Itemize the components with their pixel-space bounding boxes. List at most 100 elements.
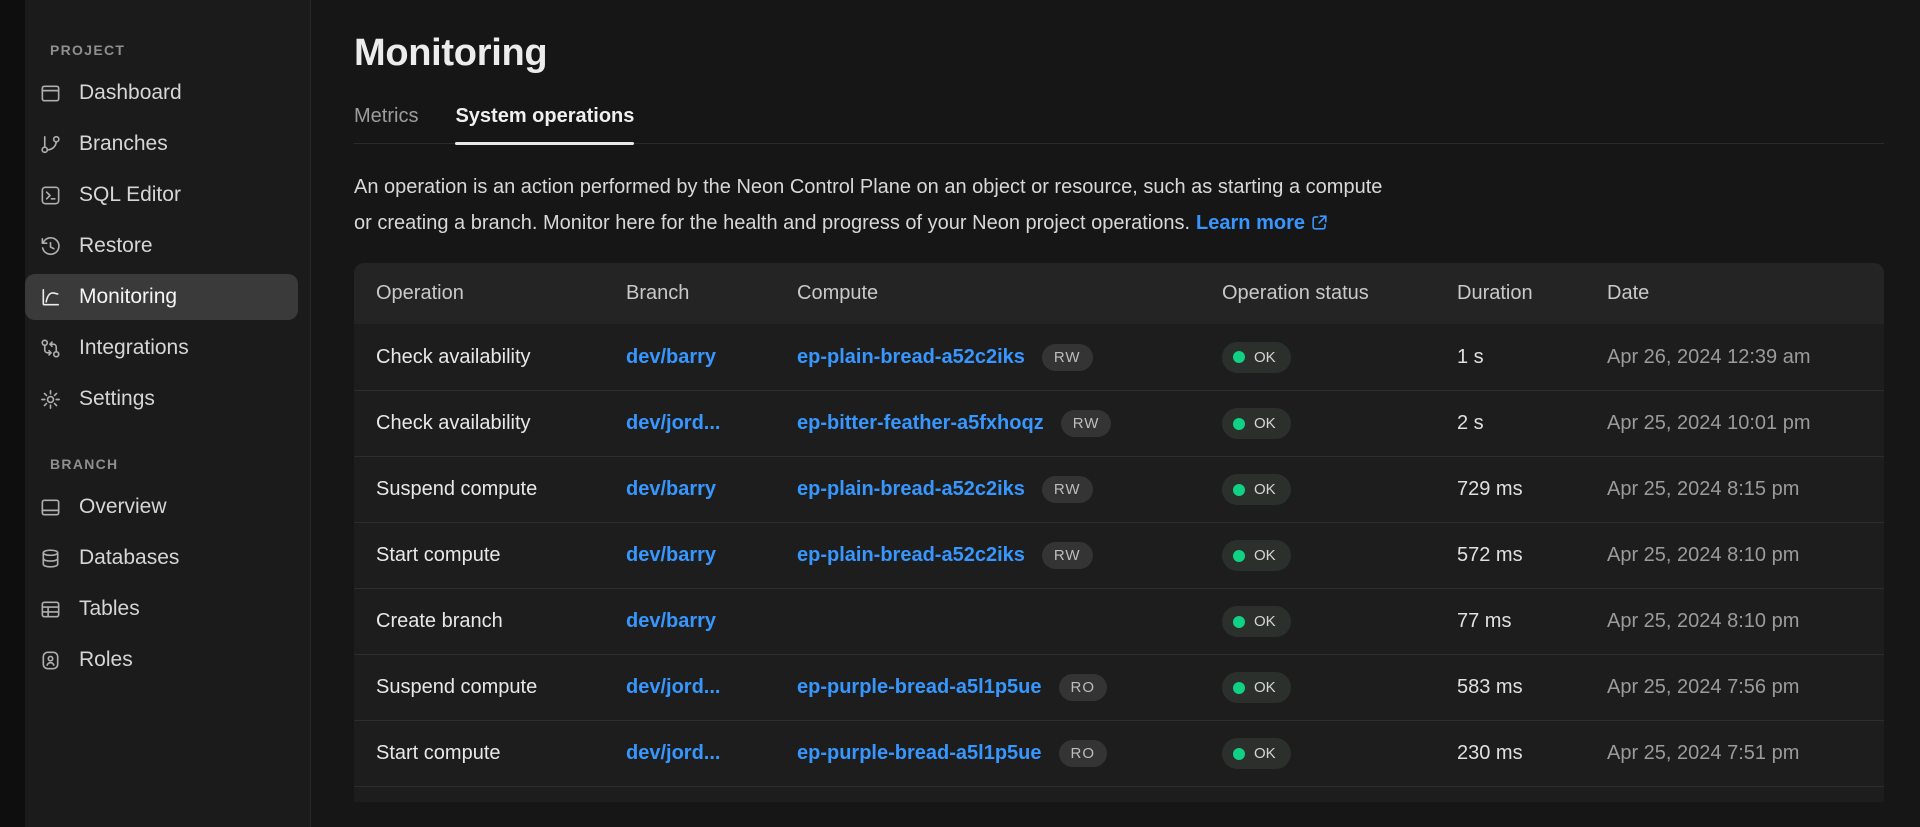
compute-cell: ep-plain-bread-a52c2iks RW (797, 476, 1222, 503)
tables-icon (38, 597, 62, 621)
branch-link[interactable]: dev/jord... (626, 676, 720, 698)
status-badge: OK (1222, 540, 1291, 571)
status-label: OK (1254, 745, 1276, 762)
compute-cell: ep-bitter-feather-a5fxhoqz RW (797, 410, 1222, 437)
compute-type-badge: RW (1042, 476, 1093, 503)
status-badge: OK (1222, 474, 1291, 505)
table-row: Start compute dev/jord... ep-purple-brea… (354, 720, 1884, 786)
app-root: PROJECT Dashboard Branches SQL Editor Re… (0, 0, 1920, 827)
compute-type-badge: RW (1061, 410, 1112, 437)
status-dot-icon (1233, 418, 1245, 430)
column-header-duration: Duration (1457, 282, 1607, 305)
tab-bar: Metrics System operations (354, 105, 1884, 144)
branch-link[interactable]: dev/barry (626, 544, 716, 566)
sql-editor-icon (38, 183, 62, 207)
branch-cell: dev/jord... (626, 742, 797, 765)
date-cell: Apr 25, 2024 8:10 pm (1607, 610, 1884, 633)
status-badge: OK (1222, 606, 1291, 637)
compute-link[interactable]: ep-plain-bread-a52c2iks (797, 544, 1025, 567)
compute-link[interactable]: ep-purple-bread-a5l1p5ue (797, 676, 1042, 699)
table-row: Suspend compute dev/barry ep-plain-bread… (354, 456, 1884, 522)
duration-cell: 2 s (1457, 412, 1607, 435)
sidebar-section-label: PROJECT (50, 42, 310, 58)
sidebar-item-dashboard[interactable]: Dashboard (25, 70, 298, 116)
duration-cell: 583 ms (1457, 676, 1607, 699)
branch-cell: dev/barry (626, 346, 797, 369)
compute-link[interactable]: ep-bitter-feather-a5fxhoqz (797, 412, 1044, 435)
date-cell: Apr 25, 2024 7:51 pm (1607, 742, 1884, 765)
sidebar-item-integrations[interactable]: Integrations (25, 325, 298, 371)
table-row: Check availability dev/barry ep-plain-br… (354, 324, 1884, 390)
sidebar-item-settings[interactable]: Settings (25, 376, 298, 422)
status-dot-icon (1233, 748, 1245, 760)
duration-cell: 77 ms (1457, 610, 1607, 633)
description-line2: or creating a branch. Monitor here for t… (354, 212, 1190, 234)
status-label: OK (1254, 481, 1276, 498)
compute-cell: ep-purple-bread-a5l1p5ue RO (797, 674, 1222, 701)
duration-cell: 572 ms (1457, 544, 1607, 567)
status-cell: OK (1222, 408, 1457, 439)
status-dot-icon (1233, 484, 1245, 496)
status-badge: OK (1222, 672, 1291, 703)
learn-more-label: Learn more (1196, 212, 1305, 234)
table-row-partial (354, 786, 1884, 802)
status-cell: OK (1222, 606, 1457, 637)
sidebar-item-branches[interactable]: Branches (25, 121, 298, 167)
status-label: OK (1254, 349, 1276, 366)
column-header-date: Date (1607, 282, 1884, 305)
databases-icon (38, 546, 62, 570)
compute-link[interactable]: ep-purple-bread-a5l1p5ue (797, 742, 1042, 765)
branch-link[interactable]: dev/barry (626, 610, 716, 632)
column-header-branch: Branch (626, 282, 797, 305)
sidebar-section: BRANCH Overview Databases Tables Roles (25, 456, 310, 683)
date-cell: Apr 26, 2024 12:39 am (1607, 346, 1884, 369)
branch-link[interactable]: dev/barry (626, 346, 716, 368)
table-header: OperationBranchComputeOperation statusDu… (354, 263, 1884, 324)
sidebar-item-restore[interactable]: Restore (25, 223, 298, 269)
branch-link[interactable]: dev/barry (626, 478, 716, 500)
sidebar-item-roles[interactable]: Roles (25, 637, 298, 683)
status-cell: OK (1222, 342, 1457, 373)
duration-cell: 230 ms (1457, 742, 1607, 765)
column-header-operation-status: Operation status (1222, 282, 1457, 305)
main-content: Monitoring Metrics System operations An o… (311, 0, 1920, 827)
learn-more-link[interactable]: Learn more (1196, 212, 1329, 234)
sidebar-item-tables[interactable]: Tables (25, 586, 298, 632)
status-dot-icon (1233, 616, 1245, 628)
operation-cell: Suspend compute (376, 478, 626, 501)
operation-cell: Start compute (376, 544, 626, 567)
table-body: Check availability dev/barry ep-plain-br… (354, 324, 1884, 786)
sidebar-nav-list: Overview Databases Tables Roles (25, 484, 310, 683)
description-line1: An operation is an action performed by t… (354, 176, 1382, 198)
branch-link[interactable]: dev/jord... (626, 742, 720, 764)
branch-cell: dev/jord... (626, 412, 797, 435)
operations-table: OperationBranchComputeOperation statusDu… (354, 263, 1884, 802)
column-header-operation: Operation (376, 282, 626, 305)
status-dot-icon (1233, 682, 1245, 694)
description: An operation is an action performed by t… (354, 169, 1884, 241)
date-cell: Apr 25, 2024 10:01 pm (1607, 412, 1884, 435)
operation-cell: Start compute (376, 742, 626, 765)
tab-system-operations[interactable]: System operations (455, 105, 634, 143)
compute-link[interactable]: ep-plain-bread-a52c2iks (797, 478, 1025, 501)
status-badge: OK (1222, 408, 1291, 439)
tab-metrics[interactable]: Metrics (354, 105, 418, 143)
sidebar-item-monitoring[interactable]: Monitoring (25, 274, 298, 320)
branch-link[interactable]: dev/jord... (626, 412, 720, 434)
branch-cell: dev/barry (626, 544, 797, 567)
column-header-compute: Compute (797, 282, 1222, 305)
compute-link[interactable]: ep-plain-bread-a52c2iks (797, 346, 1025, 369)
branch-cell: dev/barry (626, 610, 797, 633)
operation-cell: Suspend compute (376, 676, 626, 699)
page-title: Monitoring (354, 30, 1884, 76)
duration-cell: 1 s (1457, 346, 1607, 369)
external-link-icon (1310, 213, 1329, 232)
sidebar-nav-list: Dashboard Branches SQL Editor Restore Mo… (25, 70, 310, 422)
roles-icon (38, 648, 62, 672)
status-label: OK (1254, 679, 1276, 696)
sidebar-item-databases[interactable]: Databases (25, 535, 298, 581)
sidebar-item-overview[interactable]: Overview (25, 484, 298, 530)
sidebar-item-sql-editor[interactable]: SQL Editor (25, 172, 298, 218)
compute-type-badge: RW (1042, 344, 1093, 371)
branch-cell: dev/jord... (626, 676, 797, 699)
